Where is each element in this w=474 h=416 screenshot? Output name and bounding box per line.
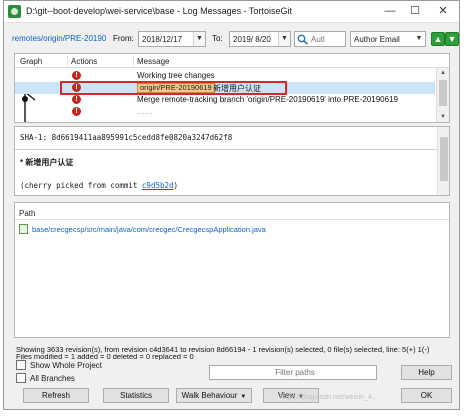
cherry-pick-note: (cherry picked from commit c9d5b2d) [20,181,178,190]
cherry-commit-link[interactable]: c9d5b2d [142,181,174,190]
column-graph[interactable]: Graph [20,57,42,66]
watermark-text: https://blog.csdn.net/weixin_4... [280,394,378,401]
maximize-button[interactable]: ☐ [406,4,424,19]
minimize-button[interactable]: — [381,4,399,19]
modified-icon: ! [72,83,81,92]
tortoisegit-icon [8,5,21,18]
commit-sha: SHA-1: 8d6619411aa895991c5cedd8fe0820a32… [20,133,233,142]
branch-label: origin/PRE-20190619 [137,83,215,93]
filter-field-select[interactable]: Author Email ▼ [350,31,426,47]
commit-detail-pane[interactable]: SHA-1: 8d6619411aa895991c5cedd8fe0820a32… [14,126,450,196]
help-button[interactable]: Help [401,365,452,380]
search-input[interactable] [311,33,345,45]
revision-message: …… [137,107,153,116]
scroll-down-icon[interactable]: ▼ [437,112,449,122]
to-label: To: [212,34,223,43]
modified-icon: ! [72,107,81,116]
commit-title: * 新增用户认证 [20,158,74,167]
filter-paths-input[interactable] [209,365,377,380]
revision-list[interactable]: Graph Actions Message ! Working tree cha… [14,53,450,123]
walk-behaviour-label: Walk Behaviour [181,391,238,400]
detail-scrollbar[interactable] [437,127,449,195]
close-button[interactable]: ✕ [434,4,452,19]
column-actions[interactable]: Actions [71,57,97,66]
revision-row[interactable]: ! …… [15,106,435,118]
checkbox-box[interactable] [16,373,26,383]
cherry-prefix: (cherry picked from commit [20,181,142,190]
filter-field-value: Author Email [354,35,400,44]
revision-message: Working tree changes [137,71,215,80]
revision-message: Merge remote-tracking branch 'origin/PRE… [137,95,398,104]
refresh-button[interactable]: Refresh [23,388,89,403]
arrow-down-icon[interactable]: ▼ [445,32,459,46]
revision-list-header: Graph Actions Message [15,54,449,68]
revision-row[interactable]: ! Working tree changes [15,70,435,82]
cherry-suffix: ) [173,181,179,190]
status-files: Files modified = 1 added = 0 deleted = 0… [16,354,194,360]
ok-button[interactable]: OK [401,388,452,403]
chevron-down-icon[interactable]: ▼ [278,32,290,46]
scroll-thumb[interactable] [439,80,447,106]
revision-row[interactable]: ! Merge remote-tracking branch 'origin/P… [15,94,435,106]
column-message[interactable]: Message [137,57,169,66]
search-box[interactable] [294,31,346,47]
from-date-picker[interactable]: 2018/12/17 ▼ [138,31,206,47]
arrow-up-icon[interactable]: ▲ [431,32,445,46]
ref-link[interactable]: remotes/origin/PRE-20190... [12,34,107,43]
checkbox-label: Show Whole Project [30,361,103,370]
to-date-picker[interactable]: 2019/ 8/20 ▼ [229,31,291,47]
from-label: From: [113,34,134,43]
file-path[interactable]: base/crecgecsp/src/main/java/com/crecgec… [32,225,266,234]
log-messages-window: D:\git--boot-develop\wei-service\base - … [3,0,460,410]
filter-bar: remotes/origin/PRE-20190... From: 2018/1… [4,28,459,50]
checkbox-box[interactable] [16,360,26,370]
status-summary: Showing 3633 revision(s), from revision … [16,345,430,354]
changed-files-list[interactable]: Path base/crecgecsp/src/main/java/com/cr… [14,202,450,338]
chevron-down-icon[interactable]: ▼ [413,32,425,46]
to-date-value: 2019/ 8/20 [233,35,271,44]
from-date-value: 2018/12/17 [142,35,183,44]
window-title: D:\git--boot-develop\wei-service\base - … [26,6,292,16]
chevron-down-icon[interactable]: ▼ [193,32,205,46]
java-file-icon [19,224,28,234]
scroll-thumb[interactable] [440,137,448,181]
search-icon [297,34,308,45]
modified-icon: ! [72,71,81,80]
checkbox-label: All Branches [30,374,75,383]
modified-icon: ! [72,95,81,104]
revision-list-scrollbar[interactable]: ▲ ▼ [436,68,449,122]
scroll-up-icon[interactable]: ▲ [437,68,449,78]
chevron-down-icon: ▼ [240,394,247,400]
walk-behaviour-button[interactable]: Walk Behaviour ▼ [176,388,252,403]
revision-message: 新增用户认证 [213,84,261,93]
revision-row-selected[interactable]: ! origin/PRE-20190619 新增用户认证 [15,82,435,94]
column-path[interactable]: Path [19,209,35,218]
statistics-button[interactable]: Statistics [103,388,169,403]
title-bar: D:\git--boot-develop\wei-service\base - … [4,1,459,23]
